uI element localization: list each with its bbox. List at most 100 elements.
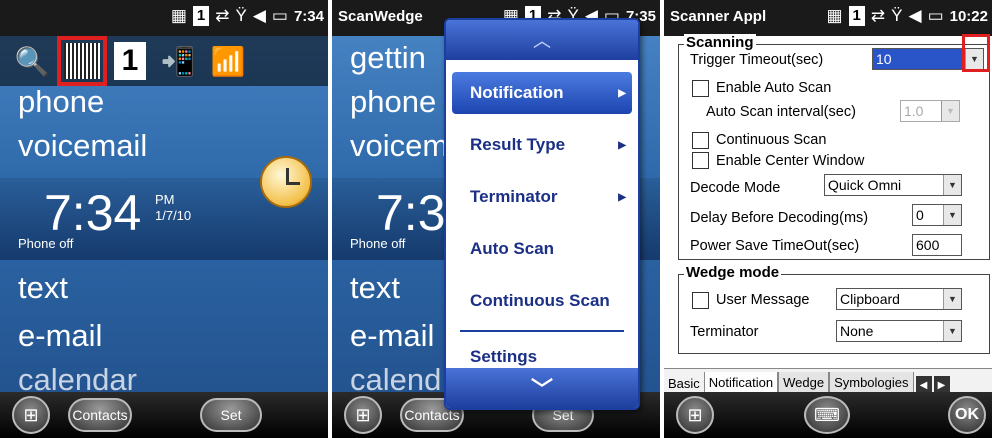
- signal-off-icon[interactable]: Ÿ: [235, 6, 246, 26]
- chevron-down-icon: ﹀: [530, 377, 553, 402]
- start-button[interactable]: ⊞: [344, 396, 382, 434]
- decode-mode-label: Decode Mode: [690, 180, 781, 196]
- power-save-timeout-field[interactable]: 600: [912, 234, 962, 256]
- continuous-scan-checkbox[interactable]: [692, 132, 709, 149]
- terminator-label: Terminator: [690, 324, 759, 340]
- ampm-label: PM: [155, 192, 175, 207]
- dropdown-arrow-icon[interactable]: ▼: [943, 205, 961, 225]
- home-screen-panel: ▦ 1 ⇄ Ÿ ◀ ▭ 7:34 🔍 1 📲 📶 phone voicemail…: [0, 0, 328, 438]
- menu-item-label: Auto Scan: [470, 239, 555, 258]
- ok-button[interactable]: OK: [948, 396, 986, 434]
- volume-icon[interactable]: ◀: [253, 6, 266, 26]
- tile-voicemail[interactable]: voicemail: [18, 128, 147, 164]
- dropdown-arrow-icon[interactable]: ▼: [943, 175, 961, 195]
- zoom-icon[interactable]: 🔍: [14, 43, 50, 79]
- start-button[interactable]: ⊞: [12, 396, 50, 434]
- clock-text[interactable]: 10:22: [950, 8, 988, 25]
- scroll-down-button[interactable]: ﹀: [446, 368, 638, 408]
- phone-status: Phone off: [18, 236, 74, 251]
- tile-text: text: [350, 270, 400, 305]
- scanwedge-menu-panel: ScanWedge ▦ 1 ⇄ Ÿ ◀ ▭ 7:35 gettin phone …: [332, 0, 660, 438]
- user-message-value: Clipboard: [840, 291, 900, 307]
- enable-center-window-checkbox[interactable]: [692, 152, 709, 169]
- set-button[interactable]: Set: [200, 398, 262, 432]
- phone-status: Phone off: [350, 236, 406, 251]
- app-title: Scanner Appl: [670, 8, 767, 25]
- enable-center-window-label: Enable Center Window: [716, 153, 865, 169]
- sim-number: 1: [192, 6, 210, 26]
- sim-one-icon[interactable]: 1: [114, 42, 146, 80]
- dropdown-arrow-icon[interactable]: ▼: [943, 321, 961, 341]
- tile-voicemail: voicem: [350, 128, 449, 163]
- tile-email: e-mail: [350, 318, 435, 353]
- menu-item-label: Notification: [470, 83, 564, 102]
- dropdown-arrow-icon[interactable]: ▼: [943, 289, 961, 309]
- decode-mode-select[interactable]: Quick Omni ▼: [824, 174, 962, 196]
- barcode-icon[interactable]: [57, 36, 107, 86]
- tile-phone[interactable]: phone: [18, 84, 104, 120]
- clock-date: PM 1/7/10: [155, 192, 191, 224]
- menu-item-label: Continuous Scan: [470, 291, 610, 310]
- clock-time: 7:3: [376, 185, 446, 241]
- signal-icon[interactable]: 📶: [210, 43, 246, 79]
- delay-before-decoding-select[interactable]: 0 ▼: [912, 204, 962, 226]
- auto-scan-interval-value: 1.0: [904, 103, 924, 119]
- user-message-select[interactable]: Clipboard ▼: [836, 288, 962, 310]
- menu-item-notification[interactable]: Notification ▶: [452, 72, 632, 114]
- status-bar: ▦ 1 ⇄ Ÿ ◀ ▭ 7:34: [0, 0, 328, 36]
- user-message-checkbox[interactable]: [692, 292, 709, 309]
- terminator-select[interactable]: None ▼: [836, 320, 962, 342]
- auto-scan-interval-select[interactable]: 1.0 ▼: [900, 100, 960, 122]
- menu-item-continuous-scan[interactable]: Continuous Scan: [452, 280, 632, 322]
- auto-scan-interval-label: Auto Scan interval(sec): [706, 104, 856, 120]
- enable-auto-scan-label: Enable Auto Scan: [716, 80, 832, 96]
- barcode-status-icon[interactable]: ▦: [826, 6, 842, 26]
- bottom-bar: ⊞ ⌨ OK: [664, 392, 992, 438]
- app-title: ScanWedge: [338, 8, 423, 25]
- enable-auto-scan-checkbox[interactable]: [692, 80, 709, 97]
- chevron-up-icon: ︿: [533, 31, 551, 51]
- contacts-button[interactable]: Contacts: [68, 398, 132, 432]
- menu-item-terminator[interactable]: Terminator ▶: [452, 176, 632, 218]
- keyboard-icon[interactable]: ⌨: [804, 396, 850, 434]
- clock-time[interactable]: 7:34: [44, 184, 141, 242]
- menu-divider: [460, 330, 624, 332]
- tile-getting-started: gettin: [350, 40, 426, 75]
- scanwedge-popup-menu: ︿ Notification ▶ Result Type ▶ Terminato…: [444, 18, 640, 410]
- submenu-arrow-icon: ▶: [618, 87, 626, 99]
- sim-number: 1: [848, 6, 865, 26]
- trigger-timeout-value: 10: [876, 51, 892, 67]
- connection-icon[interactable]: ⇄: [871, 6, 885, 26]
- phone-transfer-icon[interactable]: 📲: [160, 43, 196, 79]
- menu-item-label: Settings: [470, 347, 538, 366]
- power-save-timeout-label: Power Save TimeOut(sec): [690, 238, 860, 254]
- tab-notification[interactable]: Notification: [703, 372, 779, 394]
- barcode-status-icon[interactable]: ▦: [171, 6, 187, 26]
- menu-item-auto-scan[interactable]: Auto Scan: [452, 228, 632, 270]
- volume-icon[interactable]: ◀: [908, 6, 921, 26]
- connection-icon[interactable]: ⇄: [215, 6, 229, 26]
- signal-off-icon[interactable]: Ÿ: [891, 6, 902, 26]
- tile-email[interactable]: e-mail: [18, 318, 102, 354]
- scanning-group: [678, 44, 990, 260]
- tab-symbologies[interactable]: Symbologies: [829, 372, 914, 394]
- user-message-label: User Message: [716, 292, 810, 308]
- wedge-mode-group: [678, 274, 990, 354]
- start-button[interactable]: ⊞: [676, 396, 714, 434]
- scroll-up-button[interactable]: ︿: [446, 20, 638, 60]
- tab-basic[interactable]: Basic: [664, 373, 704, 394]
- battery-icon[interactable]: ▭: [272, 6, 288, 26]
- battery-icon[interactable]: ▭: [928, 6, 944, 26]
- dropdown-arrow-icon: ▼: [941, 101, 959, 121]
- tab-wedge[interactable]: Wedge: [778, 372, 830, 394]
- icon-tray: 🔍 1 📲 📶: [0, 36, 328, 86]
- clock-text[interactable]: 7:34: [294, 8, 324, 25]
- tab-strip: Basic Notification Wedge Symbologies ◀ ▶: [664, 368, 992, 394]
- bottom-bar: ⊞ Contacts Set: [0, 392, 328, 438]
- submenu-arrow-icon: ▶: [618, 191, 626, 203]
- submenu-arrow-icon: ▶: [618, 139, 626, 151]
- menu-item-result-type[interactable]: Result Type ▶: [452, 124, 632, 166]
- continuous-scan-label: Continuous Scan: [716, 132, 827, 148]
- menu-item-label: Terminator: [470, 187, 558, 206]
- tile-text[interactable]: text: [18, 270, 68, 306]
